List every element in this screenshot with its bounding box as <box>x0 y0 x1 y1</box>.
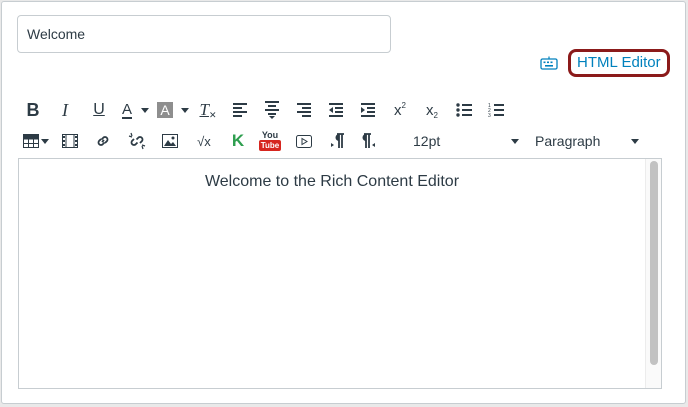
superscript-exponent: 2 <box>401 100 406 110</box>
chevron-down-icon <box>511 138 519 144</box>
clear-formatting-glyph: T <box>199 100 209 119</box>
rtl-icon[interactable] <box>354 127 386 155</box>
editor-content-text: Welcome to the Rich Content Editor <box>204 173 460 190</box>
text-color-dropdown-chevron-icon[interactable] <box>138 96 152 124</box>
superscript-icon[interactable]: x2 <box>384 96 416 124</box>
keyboard-icon[interactable] <box>540 56 558 70</box>
table-icon[interactable] <box>18 127 54 155</box>
scrollbar[interactable] <box>645 159 661 388</box>
kaltura-icon[interactable]: K <box>222 127 254 155</box>
media-icon[interactable] <box>54 127 86 155</box>
indent-icon[interactable] <box>352 96 384 124</box>
align-left-icon[interactable] <box>224 96 256 124</box>
background-color-dropdown-chevron-icon[interactable] <box>178 96 192 124</box>
ltr-icon[interactable] <box>322 127 354 155</box>
align-center-icon[interactable] <box>256 96 288 124</box>
record-media-icon[interactable] <box>286 127 322 155</box>
clear-formatting-icon[interactable]: T ✕ <box>192 96 224 124</box>
background-color-glyph: A <box>157 102 173 118</box>
html-editor-link[interactable]: HTML Editor <box>568 49 670 77</box>
title-input[interactable] <box>17 15 391 53</box>
insert-toolbar: √x K You Tube <box>18 127 386 155</box>
subscript-glyph: x <box>426 101 434 119</box>
subscript-index: 2 <box>433 110 438 120</box>
rich-content-area[interactable]: Welcome to the Rich Content Editor <box>18 158 662 389</box>
underline-glyph: U <box>93 101 105 118</box>
chevron-down-icon <box>631 138 639 144</box>
html-editor-toggle: HTML Editor <box>540 49 670 77</box>
youtube-glyph-bottom: Tube <box>258 140 282 151</box>
math-equation-icon[interactable]: √x <box>186 127 222 155</box>
youtube-glyph-top: You <box>261 130 279 140</box>
kaltura-glyph: K <box>231 131 245 150</box>
formatting-toolbar: B I U A A T ✕ x2 x2 123 <box>18 96 512 124</box>
youtube-icon[interactable]: You Tube <box>254 127 286 155</box>
subscript-icon[interactable]: x2 <box>416 96 448 124</box>
block-format-select[interactable]: Paragraph <box>535 127 639 155</box>
unlink-icon[interactable] <box>120 127 154 155</box>
image-icon[interactable] <box>154 127 186 155</box>
block-format-value: Paragraph <box>535 133 601 149</box>
bold-icon[interactable]: B <box>18 96 48 124</box>
underline-icon[interactable]: U <box>82 96 116 124</box>
italic-glyph: I <box>62 99 68 120</box>
svg-text:3: 3 <box>488 113 491 118</box>
scrollbar-thumb[interactable] <box>650 161 658 365</box>
font-size-value: 12pt <box>413 133 441 149</box>
background-color-icon[interactable]: A <box>152 96 178 124</box>
superscript-glyph: x <box>394 101 402 119</box>
text-color-glyph: A <box>121 100 132 119</box>
text-color-icon[interactable]: A <box>116 96 138 124</box>
link-icon[interactable] <box>86 127 120 155</box>
bold-glyph: B <box>26 99 40 120</box>
font-size-select[interactable]: 12pt <box>413 127 519 155</box>
align-right-icon[interactable] <box>288 96 320 124</box>
outdent-icon[interactable] <box>320 96 352 124</box>
math-glyph: √x <box>197 133 211 149</box>
bulleted-list-icon[interactable] <box>448 96 480 124</box>
numbered-list-icon[interactable]: 123 <box>480 96 512 124</box>
italic-icon[interactable]: I <box>48 96 82 124</box>
